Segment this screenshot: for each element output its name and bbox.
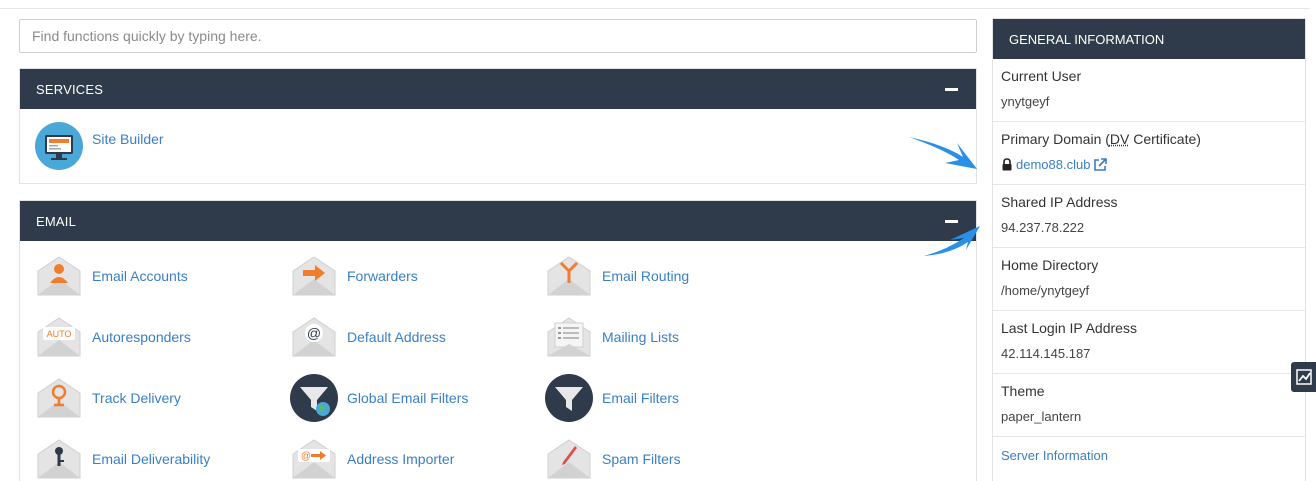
svg-text:@: @ [301, 451, 311, 462]
general-information-panel: GENERAL INFORMATION Current User ynytgey… [992, 18, 1306, 481]
forwarders-item[interactable]: Forwarders [289, 251, 418, 301]
email-deliverability-icon [37, 439, 81, 479]
global-email-filters-icon [290, 374, 338, 422]
email-filters-icon [545, 374, 593, 422]
forwarders-icon [292, 256, 336, 296]
site-builder-label: Site Builder [92, 131, 164, 147]
services-title: SERVICES [36, 81, 104, 97]
primary-domain-label: Primary Domain (DV Certificate) [1001, 131, 1201, 147]
autoresponders-item[interactable]: AUTO Autoresponders [34, 312, 191, 362]
current-user-value: ynytgeyf [1001, 94, 1050, 109]
default-address-label: Default Address [347, 329, 446, 345]
services-panel: SERVICES Site Builder [19, 68, 977, 184]
mailing-lists-label: Mailing Lists [602, 329, 680, 345]
mailing-lists-icon [547, 317, 591, 357]
site-builder-item[interactable]: Site Builder [34, 121, 164, 171]
spam-filters-icon [547, 439, 591, 479]
collapse-icon[interactable] [945, 87, 958, 91]
theme-label: Theme [1001, 383, 1045, 399]
email-accounts-icon [37, 256, 81, 296]
email-routing-label: Email Routing [602, 268, 690, 284]
search-input[interactable] [19, 19, 977, 53]
autoresponders-label: Autoresponders [92, 329, 191, 345]
global-email-filters-label: Global Email Filters [347, 390, 469, 406]
last-login-row: Last Login IP Address 42.114.145.187 [993, 311, 1305, 374]
track-delivery-item[interactable]: Track Delivery [34, 373, 181, 423]
email-header[interactable]: EMAIL [20, 201, 976, 241]
default-address-icon: @ [292, 317, 336, 357]
address-importer-label: Address Importer [347, 451, 455, 467]
email-filters-label: Email Filters [602, 390, 680, 406]
shared-ip-row: Shared IP Address 94.237.78.222 [993, 185, 1305, 248]
general-information-header: GENERAL INFORMATION [993, 19, 1305, 59]
email-accounts-item[interactable]: Email Accounts [34, 251, 188, 301]
home-directory-row: Home Directory /home/ynytgeyf [993, 248, 1305, 311]
mailing-lists-item[interactable]: Mailing Lists [544, 312, 679, 362]
site-builder-icon [35, 122, 83, 170]
email-routing-icon [547, 256, 591, 296]
home-directory-value: /home/ynytgeyf [1001, 283, 1090, 298]
arrow-pointer-icon [909, 137, 977, 169]
primary-domain-value: demo88.club [1016, 157, 1091, 172]
primary-domain-link[interactable]: demo88.club [1001, 157, 1297, 172]
last-login-label: Last Login IP Address [1001, 320, 1137, 336]
current-user-label: Current User [1001, 68, 1082, 84]
spam-filters-label: Spam Filters [602, 451, 681, 467]
email-panel: EMAIL Email Accounts Forwarders Email Ro… [19, 200, 977, 481]
track-delivery-label: Track Delivery [92, 390, 181, 406]
svg-text:@: @ [307, 325, 321, 341]
email-accounts-label: Email Accounts [92, 268, 188, 284]
email-routing-item[interactable]: Email Routing [544, 251, 689, 301]
stats-sidebar-toggle[interactable] [1291, 362, 1316, 392]
global-email-filters-item[interactable]: Global Email Filters [289, 373, 468, 423]
current-user-row: Current User ynytgeyf [993, 59, 1305, 122]
top-divider [0, 8, 1310, 9]
shared-ip-label: Shared IP Address [1001, 194, 1118, 210]
theme-row: Theme paper_lantern [993, 374, 1305, 437]
theme-value: paper_lantern [1001, 409, 1082, 424]
lock-icon [1002, 158, 1012, 171]
chart-icon [1296, 369, 1312, 385]
forwarders-label: Forwarders [347, 268, 418, 284]
external-link-icon[interactable] [1093, 157, 1108, 172]
email-deliverability-item[interactable]: Email Deliverability [34, 434, 210, 481]
home-directory-label: Home Directory [1001, 257, 1099, 273]
last-login-value: 42.114.145.187 [1001, 346, 1091, 361]
email-deliverability-label: Email Deliverability [92, 451, 211, 467]
shared-ip-value: 94.237.78.222 [1001, 220, 1085, 235]
primary-domain-row: Primary Domain (DV Certificate) demo88.c… [993, 122, 1305, 185]
default-address-item[interactable]: @ Default Address [289, 312, 446, 362]
server-information-link[interactable]: Server Information [993, 437, 1305, 474]
track-delivery-icon [37, 378, 81, 418]
arrow-pointer-icon [924, 226, 980, 256]
spam-filters-item[interactable]: Spam Filters [544, 434, 681, 481]
services-header[interactable]: SERVICES [20, 69, 976, 109]
email-filters-item[interactable]: Email Filters [544, 373, 679, 423]
address-importer-icon: @ [292, 439, 336, 479]
email-title: EMAIL [36, 213, 77, 229]
svg-text:AUTO: AUTO [47, 329, 72, 339]
autoresponders-icon: AUTO [37, 317, 81, 357]
address-importer-item[interactable]: @ Address Importer [289, 434, 454, 481]
dv-abbreviation: DV [1109, 131, 1130, 147]
